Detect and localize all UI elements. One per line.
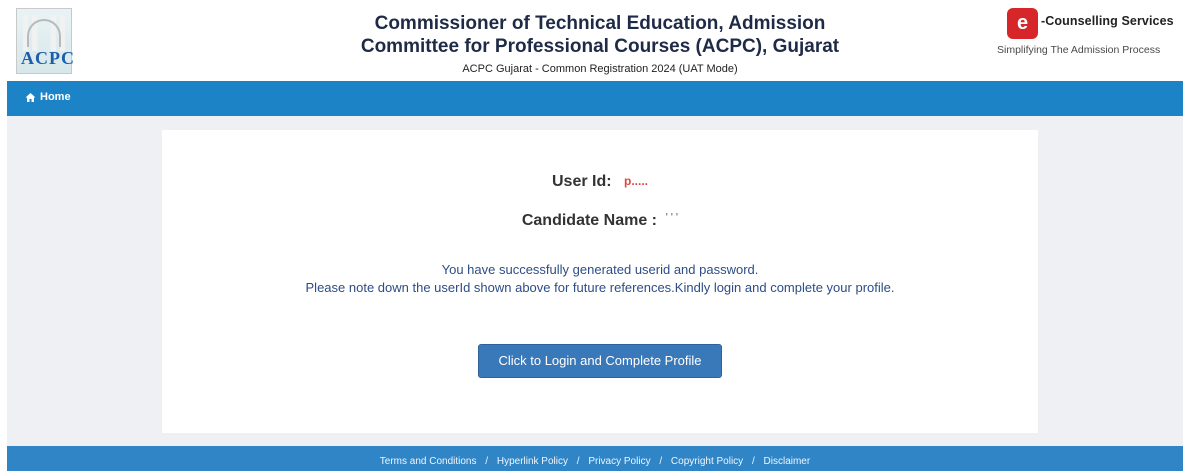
navbar: Home bbox=[7, 81, 1183, 116]
candidate-name-value: ' ' ' bbox=[665, 212, 679, 223]
acpc-logo: ACPC bbox=[16, 8, 75, 74]
home-label: Home bbox=[40, 91, 71, 103]
success-message-line2: Please note down the userId shown above … bbox=[305, 280, 895, 295]
user-id-row: User Id: p..... bbox=[162, 173, 1038, 191]
user-id-value: p..... bbox=[624, 174, 649, 188]
success-message-line1: You have successfully generated userid a… bbox=[441, 262, 759, 277]
header: ACPC Commissioner of Technical Education… bbox=[0, 0, 1183, 81]
e-counselling-tagline: Simplifying The Admission Process bbox=[997, 44, 1161, 56]
page-subtitle: ACPC Gujarat - Common Registration 2024 … bbox=[462, 63, 738, 75]
footer: Terms and Conditions / Hyperlink Policy … bbox=[7, 446, 1183, 471]
footer-separator: / bbox=[659, 456, 663, 467]
footer-link-hyperlink-policy[interactable]: Hyperlink Policy bbox=[497, 456, 568, 467]
main-area: User Id: p..... Candidate Name : ' ' ' Y… bbox=[7, 116, 1183, 446]
home-link[interactable]: Home bbox=[25, 91, 71, 103]
e-counselling-logo: e -Counselling Services Simplifying The … bbox=[997, 8, 1177, 68]
e-counselling-name: -Counselling Services bbox=[1041, 14, 1174, 28]
acpc-logo-text: ACPC bbox=[21, 48, 75, 68]
footer-link-terms[interactable]: Terms and Conditions bbox=[380, 456, 477, 467]
login-complete-profile-button[interactable]: Click to Login and Complete Profile bbox=[478, 344, 722, 378]
footer-link-privacy-policy[interactable]: Privacy Policy bbox=[588, 456, 650, 467]
user-id-label: User Id: bbox=[551, 173, 612, 190]
page-title-block: Commissioner of Technical Education, Adm… bbox=[300, 12, 900, 76]
candidate-name-label: Candidate Name : bbox=[521, 212, 657, 229]
candidate-name-row: Candidate Name : ' ' ' bbox=[162, 212, 1038, 230]
e-counselling-icon: e bbox=[1007, 8, 1038, 39]
footer-separator: / bbox=[751, 456, 755, 467]
footer-link-copyright-policy[interactable]: Copyright Policy bbox=[671, 456, 743, 467]
success-message: You have successfully generated userid a… bbox=[162, 261, 1038, 297]
title-line-1: Commissioner of Technical Education, Adm… bbox=[374, 13, 826, 34]
home-icon bbox=[25, 92, 36, 103]
title-line-2: Committee for Professional Courses (ACPC… bbox=[360, 36, 840, 57]
footer-separator: / bbox=[485, 456, 489, 467]
footer-separator: / bbox=[576, 456, 580, 467]
footer-link-disclaimer[interactable]: Disclaimer bbox=[764, 456, 811, 467]
registration-success-card: User Id: p..... Candidate Name : ' ' ' Y… bbox=[162, 130, 1038, 433]
footer-links: Terms and Conditions / Hyperlink Policy … bbox=[7, 456, 1183, 467]
